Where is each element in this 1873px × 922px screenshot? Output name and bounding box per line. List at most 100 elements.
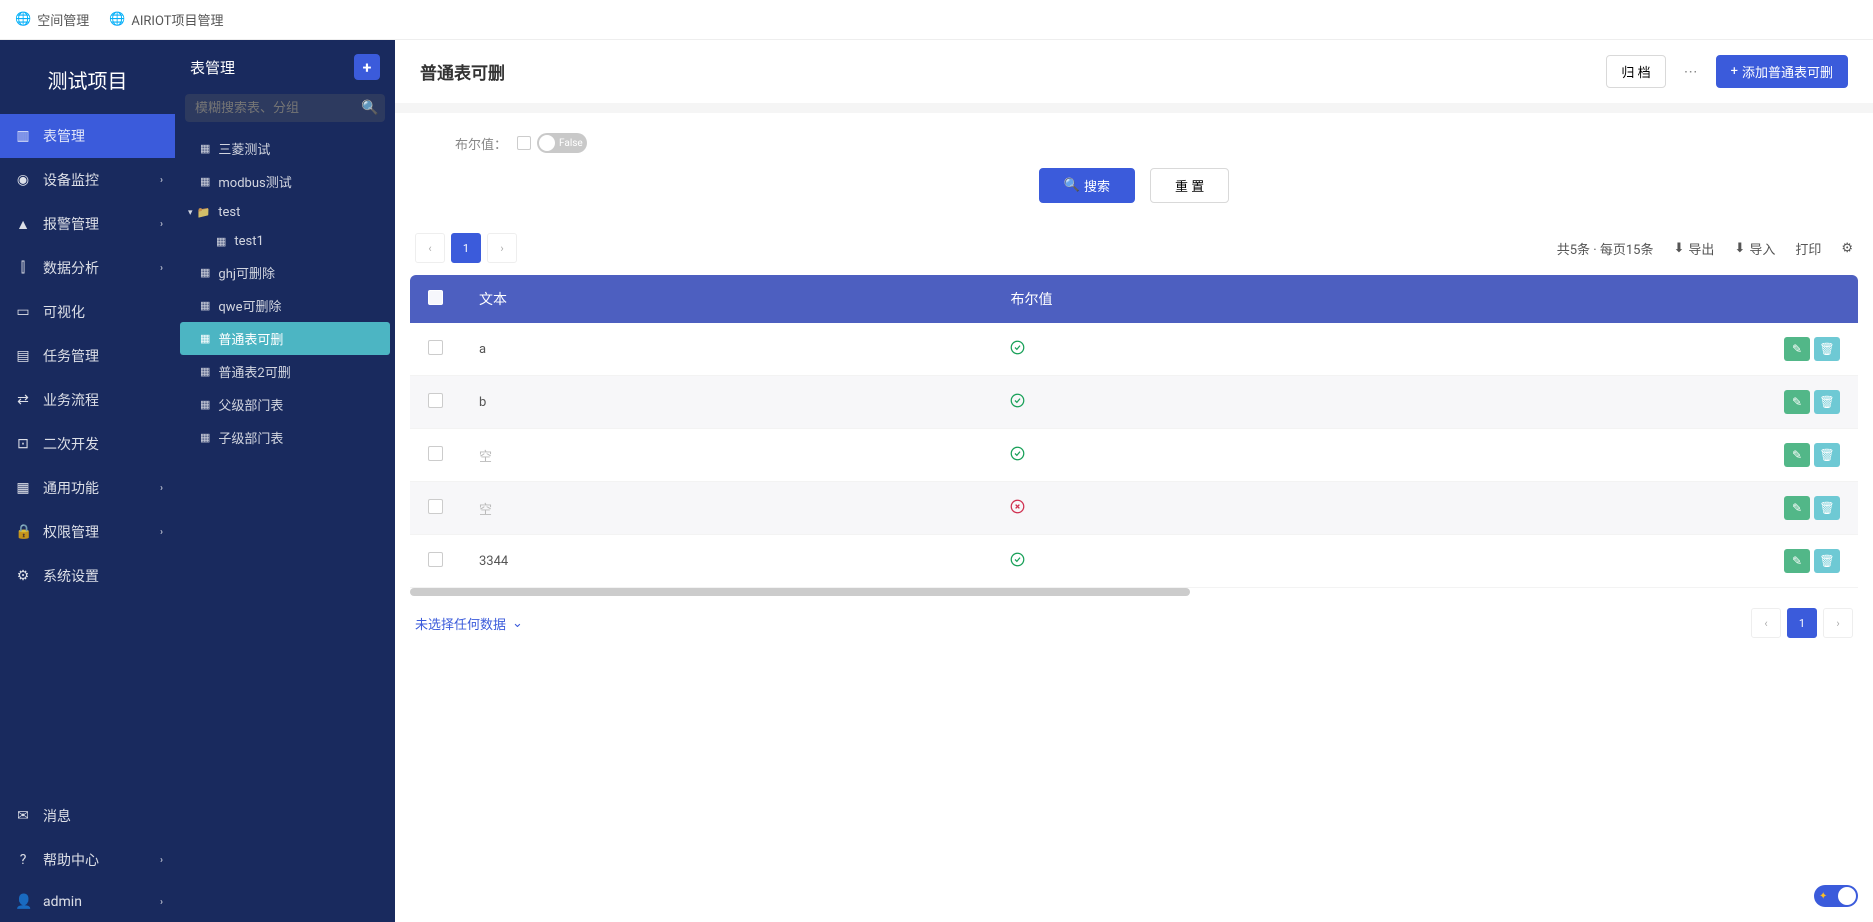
table-icon: ▦	[200, 431, 210, 444]
reset-button[interactable]: 重 置	[1150, 168, 1229, 203]
delete-button[interactable]: 🗑	[1814, 443, 1840, 467]
bool-checkbox[interactable]	[517, 136, 531, 150]
selection-label: 未选择任何数据	[415, 614, 506, 633]
flow-icon: ⇄	[15, 392, 31, 408]
search-icon: 🔍	[361, 100, 378, 116]
table-search-box[interactable]: 🔍	[185, 94, 385, 122]
theme-toggle[interactable]: ✦	[1814, 885, 1858, 907]
nav-设备监控[interactable]: ◉设备监控›	[0, 158, 175, 202]
footer-page-1[interactable]: 1	[1787, 608, 1817, 638]
add-record-button[interactable]: + 添加普通表可删	[1716, 55, 1848, 88]
print-button[interactable]: 打印	[1795, 239, 1821, 258]
nav-报警管理[interactable]: ▲报警管理›	[0, 202, 175, 246]
message-icon: ✉	[15, 808, 31, 824]
download-icon: ⬇	[1673, 241, 1684, 256]
check-circle-icon	[1010, 394, 1025, 412]
check-circle-icon	[1010, 447, 1025, 465]
nav-帮助中心[interactable]: ?帮助中心›	[0, 838, 175, 882]
page-1-button[interactable]: 1	[451, 233, 481, 263]
tree-item-test1[interactable]: ▦test1	[180, 227, 390, 256]
row-checkbox[interactable]	[428, 499, 443, 514]
nav-admin[interactable]: 👤admin›	[0, 882, 175, 922]
tree-label: 普通表可删	[218, 329, 283, 348]
chevron-right-icon: ›	[160, 219, 163, 230]
edit-button[interactable]: ✎	[1784, 549, 1810, 573]
edit-button[interactable]: ✎	[1784, 337, 1810, 361]
nav-权限管理[interactable]: 🔒权限管理›	[0, 510, 175, 554]
edit-button[interactable]: ✎	[1784, 390, 1810, 414]
tree-item-test[interactable]: ▾📁test	[180, 198, 390, 227]
search-input[interactable]	[195, 101, 361, 116]
tree-item-普通表可删[interactable]: ▦ 普通表可删	[180, 322, 390, 355]
search-icon: 🔍	[1064, 178, 1080, 193]
nav-通用功能[interactable]: ▦通用功能›	[0, 466, 175, 510]
tree-label: qwe可删除	[218, 296, 281, 315]
panel-title: 表管理	[190, 57, 235, 78]
row-checkbox[interactable]	[428, 552, 443, 567]
nav-数据分析[interactable]: ⫿数据分析›	[0, 246, 175, 290]
star-icon: ✦	[1819, 891, 1827, 902]
tree-item-qwe可删除[interactable]: ▦ qwe可删除	[180, 289, 390, 322]
tree-item-ghj可删除[interactable]: ▦ghj可删除	[180, 256, 390, 289]
tree-item-普通表2可删[interactable]: ▦普通表2可删	[180, 355, 390, 388]
nav-表管理[interactable]: ▥表管理	[0, 114, 175, 158]
row-checkbox[interactable]	[428, 393, 443, 408]
nav-label: 二次开发	[43, 434, 99, 454]
nav-label: 任务管理	[43, 346, 99, 366]
settings-icon[interactable]: ⚙	[1841, 241, 1853, 256]
delete-button[interactable]: 🗑	[1814, 337, 1840, 361]
more-icon[interactable]: ⋯	[1676, 58, 1706, 86]
search-button[interactable]: 🔍 搜索	[1039, 168, 1135, 203]
add-table-button[interactable]: +	[354, 54, 380, 80]
col-text[interactable]: 文本	[461, 275, 992, 323]
row-checkbox[interactable]	[428, 340, 443, 355]
col-bool[interactable]: 布尔值	[992, 275, 1628, 323]
tree-label: 三菱测试	[218, 139, 270, 158]
row-checkbox[interactable]	[428, 446, 443, 461]
table-icon: ▦	[200, 332, 210, 345]
bool-switch[interactable]: False	[537, 133, 587, 153]
edit-button[interactable]: ✎	[1784, 443, 1810, 467]
project-management-link[interactable]: 🌐 AIRIOT项目管理	[109, 10, 223, 29]
nav-业务流程[interactable]: ⇄ 业务流程	[0, 378, 175, 422]
pagination-summary: 共5条 · 每页15条	[1557, 239, 1654, 258]
archive-button[interactable]: 归 档	[1606, 55, 1665, 88]
tree-label: ghj可删除	[218, 263, 275, 282]
nav-二次开发[interactable]: ⊡二次开发	[0, 422, 175, 466]
delete-button[interactable]: 🗑	[1814, 549, 1840, 573]
table-icon: ▦	[200, 299, 210, 312]
footer-next-button[interactable]: ›	[1823, 608, 1853, 638]
tree-item-modbus测试[interactable]: ▦modbus测试	[180, 165, 390, 198]
table-row: 空 ✎ 🗑	[410, 429, 1858, 482]
prev-page-button[interactable]: ‹	[415, 233, 445, 263]
check-circle-icon	[1010, 341, 1025, 359]
tree-item-父级部门表[interactable]: ▦父级部门表	[180, 388, 390, 421]
edit-button[interactable]: ✎	[1784, 496, 1810, 520]
select-all-checkbox[interactable]	[428, 290, 443, 305]
nav-可视化[interactable]: ▭可视化	[0, 290, 175, 334]
tree-item-三菱测试[interactable]: ▦三菱测试	[180, 132, 390, 165]
table-icon: ▦	[200, 398, 210, 411]
nav-消息[interactable]: ✉ 消息	[0, 794, 175, 838]
nav-系统设置[interactable]: ⚙系统设置	[0, 554, 175, 598]
space-management-link[interactable]: 🌐 空间管理	[15, 10, 89, 29]
nav-label: 系统设置	[43, 566, 99, 586]
nav-任务管理[interactable]: ▤任务管理	[0, 334, 175, 378]
delete-button[interactable]: 🗑	[1814, 390, 1840, 414]
selection-dropdown[interactable]: 未选择任何数据 ⌄	[415, 614, 523, 633]
delete-button[interactable]: 🗑	[1814, 496, 1840, 520]
horizontal-scrollbar[interactable]	[410, 588, 1190, 596]
caret-down-icon: ▾	[188, 208, 193, 218]
nav-label: 消息	[43, 806, 71, 826]
nav-label: 业务流程	[43, 390, 99, 410]
alarm-icon: ▲	[15, 216, 31, 233]
lock-icon: 🔒	[15, 524, 31, 540]
next-page-button[interactable]: ›	[487, 233, 517, 263]
export-button[interactable]: ⬇导出	[1673, 239, 1714, 258]
cell-text: a	[461, 323, 992, 376]
footer-prev-button[interactable]: ‹	[1751, 608, 1781, 638]
import-button[interactable]: ⬇导入	[1734, 239, 1775, 258]
tree-item-子级部门表[interactable]: ▦子级部门表	[180, 421, 390, 454]
tree-label: modbus测试	[218, 172, 291, 191]
table-icon: ▦	[200, 365, 210, 378]
